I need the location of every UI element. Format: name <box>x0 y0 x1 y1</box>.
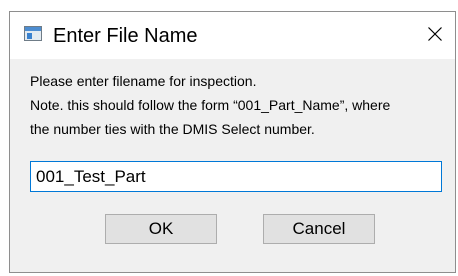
message-line-3: the number ties with the DMIS Select num… <box>30 121 315 137</box>
app-window-icon <box>24 26 42 41</box>
message-line-1: Please enter filename for inspection. <box>30 73 257 89</box>
ok-button[interactable]: OK <box>105 214 217 244</box>
enter-file-name-dialog: Enter File Name Please enter filename fo… <box>9 11 456 273</box>
close-button[interactable] <box>415 12 455 58</box>
cancel-button[interactable]: Cancel <box>263 214 375 244</box>
message-line-2: Note. this should follow the form “001_P… <box>30 97 391 113</box>
window-title: Enter File Name <box>53 25 198 47</box>
close-icon <box>428 27 442 41</box>
instruction-message: Please enter filename for inspection. No… <box>30 69 450 141</box>
filename-input[interactable] <box>30 161 442 192</box>
title-bar[interactable]: Enter File Name <box>10 12 455 59</box>
